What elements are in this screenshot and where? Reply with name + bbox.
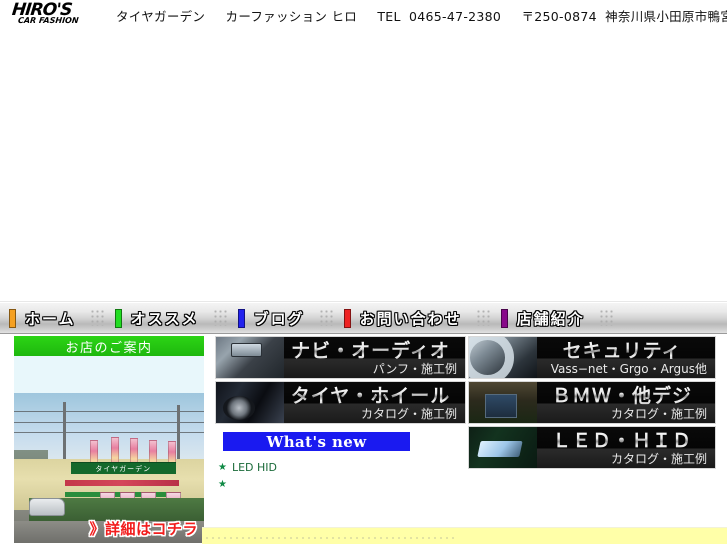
nav-dot-separator-icon xyxy=(599,310,613,326)
nav-dot-separator-icon xyxy=(213,310,227,326)
nav-color-marker-icon xyxy=(114,308,122,328)
photo-powerline-decoration xyxy=(14,432,204,433)
header-shop-name: タイヤガーデン xyxy=(116,8,206,24)
main-navigation: ホーム オススメ ブログ お問い合わせ 店舗紹介 xyxy=(0,302,727,334)
header-postal-code: 〒250-0874 xyxy=(521,8,597,24)
nav-dot-separator-icon xyxy=(476,310,490,326)
banner-text-wrap: タイヤ・ホイール カタログ・施工例 xyxy=(284,382,465,423)
nav-label-recommend: オススメ xyxy=(130,309,199,328)
banner-sub-led-hid: カタログ・施工例 xyxy=(610,452,707,466)
banner-title-navi-audio: ナビ・オーディオ xyxy=(284,340,457,362)
banner-navi-audio[interactable]: ナビ・オーディオ パンフ・施工例 xyxy=(215,336,466,379)
content-area: お店のご案内 タイヤガーデン 》詳細はコチラ ナビ・オーディオ パンフ・施工例 … xyxy=(0,334,727,544)
category-banner-grid: ナビ・オーディオ パンフ・施工例 セキュリティ Vass−net・Grgo・Ar… xyxy=(215,336,718,493)
whats-new-title: What's new xyxy=(266,432,367,451)
header-tel-label: TEL xyxy=(377,8,401,24)
sidebar-shop-guide[interactable]: お店のご案内 タイヤガーデン 》詳細はコチラ xyxy=(14,336,204,544)
photo-powerline-decoration xyxy=(14,411,204,412)
header-contact-line: タイヤガーデン カーファッション ヒロ TEL 0465-47-2380 〒25… xyxy=(116,6,727,25)
hero-stage-area xyxy=(0,30,727,302)
shop-detail-link[interactable]: 》詳細はコチラ xyxy=(14,518,204,539)
navi-audio-thumb-icon xyxy=(216,337,284,378)
banner-tyre-wheel[interactable]: タイヤ・ホイール カタログ・施工例 xyxy=(215,381,466,424)
nav-item-home[interactable]: ホーム xyxy=(0,302,106,334)
site-header: HIRO'S CAR FASHION タイヤガーデン カーファッション ヒロ T… xyxy=(0,0,727,30)
sidebar-header-label: お店のご案内 xyxy=(65,340,153,356)
star-bullet-icon: ★ xyxy=(218,461,227,473)
footer-highlight-bar xyxy=(202,527,727,544)
banner-text-wrap: ＬＥＤ・ＨＩＤ カタログ・施工例 xyxy=(537,427,715,468)
news-label: LED HID xyxy=(231,461,277,474)
banner-title-bmw-digital: ＢＭＷ・他デジ xyxy=(537,385,707,407)
nav-item-recommend[interactable]: オススメ xyxy=(106,302,229,334)
photo-powerline-decoration xyxy=(14,421,204,423)
footer-dot-pattern-decoration xyxy=(206,537,456,542)
photo-car-decoration xyxy=(29,498,66,516)
photo-red-banner-decoration xyxy=(65,480,180,486)
star-bullet-icon: ★ xyxy=(218,478,227,490)
whats-new-header: What's new xyxy=(223,432,410,451)
header-tel-number: 0465-47-2380 xyxy=(409,8,502,24)
nav-label-blog: ブログ xyxy=(253,309,305,328)
nav-color-marker-icon xyxy=(237,308,245,328)
nav-color-marker-icon xyxy=(500,308,508,328)
list-item[interactable]: ★ LED HID xyxy=(218,459,468,476)
nav-item-blog[interactable]: ブログ xyxy=(229,302,335,334)
banner-sub-bmw-digital: カタログ・施工例 xyxy=(610,407,707,421)
banner-text-wrap: ＢＭＷ・他デジ カタログ・施工例 xyxy=(537,382,715,423)
banner-bmw-digital[interactable]: ＢＭＷ・他デジ カタログ・施工例 xyxy=(468,381,716,424)
photo-shop-signboard: タイヤガーデン xyxy=(71,462,176,474)
header-brand-name: カーファッション ヒロ xyxy=(225,8,358,24)
sidebar-header: お店のご案内 xyxy=(14,336,204,356)
list-item[interactable]: ★ xyxy=(218,476,468,493)
banner-led-hid[interactable]: ＬＥＤ・ＨＩＤ カタログ・施工例 xyxy=(468,426,716,469)
banner-title-security: セキュリティ xyxy=(537,340,707,362)
nav-item-contact[interactable]: お問い合わせ xyxy=(335,302,492,334)
banner-sub-security: Vass−net・Grgo・Argus他 xyxy=(550,362,707,376)
tyre-wheel-thumb-icon xyxy=(216,382,284,423)
banner-security[interactable]: セキュリティ Vass−net・Grgo・Argus他 xyxy=(468,336,716,379)
nav-color-marker-icon xyxy=(343,308,351,328)
security-thumb-icon xyxy=(469,337,537,378)
header-address: 神奈川県小田原市鴨宮630 xyxy=(605,8,727,24)
logo-sub-text: CAR FASHION xyxy=(17,16,80,25)
photo-shop-sign-text: タイヤガーデン xyxy=(95,464,152,473)
site-logo[interactable]: HIRO'S CAR FASHION xyxy=(6,1,106,29)
nav-dot-separator-icon xyxy=(319,310,333,326)
nav-label-contact: お問い合わせ xyxy=(359,309,462,328)
nav-item-shop-info[interactable]: 店舗紹介 xyxy=(492,302,615,334)
led-hid-thumb-icon xyxy=(469,427,537,468)
photo-utility-pole-decoration xyxy=(177,405,181,465)
banner-sub-tyre-wheel: カタログ・施工例 xyxy=(360,407,457,421)
nav-color-marker-icon xyxy=(9,308,16,328)
sidebar-spacer xyxy=(14,356,204,393)
main-column: ナビ・オーディオ パンフ・施工例 セキュリティ Vass−net・Grgo・Ar… xyxy=(215,334,727,544)
banner-text-wrap: ナビ・オーディオ パンフ・施工例 xyxy=(284,337,465,378)
bmw-thumb-icon xyxy=(469,382,537,423)
whats-new-list: ★ LED HID ★ xyxy=(215,459,468,493)
nav-label-home: ホーム xyxy=(25,309,76,328)
banner-text-wrap: セキュリティ Vass−net・Grgo・Argus他 xyxy=(537,337,715,378)
shop-photo[interactable]: タイヤガーデン 》詳細はコチラ xyxy=(14,393,204,543)
banner-title-led-hid: ＬＥＤ・ＨＩＤ xyxy=(537,430,707,452)
banner-title-tyre-wheel: タイヤ・ホイール xyxy=(284,385,457,407)
nav-dot-separator-icon xyxy=(90,310,104,326)
nav-label-shop-info: 店舗紹介 xyxy=(516,309,585,328)
whats-new-section: What's new ★ LED HID ★ xyxy=(215,432,468,493)
banner-sub-navi-audio: パンフ・施工例 xyxy=(372,362,457,376)
